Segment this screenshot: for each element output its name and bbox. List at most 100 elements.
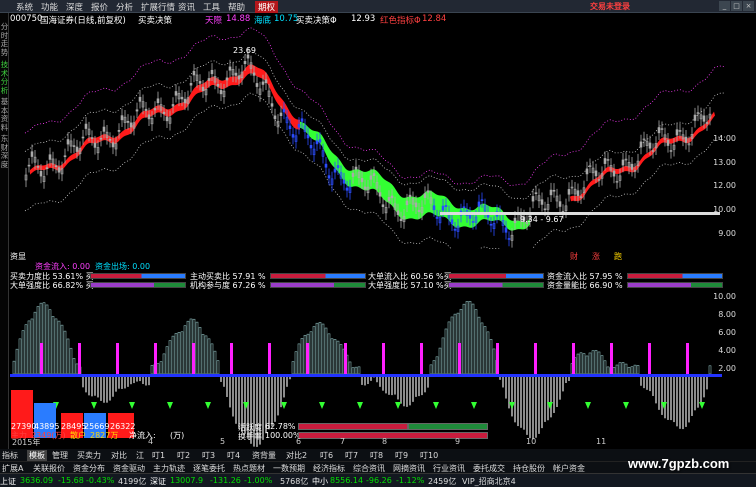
tab-14[interactable]: 叮8 bbox=[370, 450, 383, 461]
candle-body bbox=[549, 189, 553, 196]
flow-bar bbox=[579, 352, 583, 375]
flow-bar bbox=[100, 377, 102, 401]
flow-bar bbox=[688, 377, 690, 423]
menu-depth[interactable]: 深度 bbox=[66, 1, 83, 13]
flow-bar bbox=[700, 377, 702, 404]
magenta-signal bbox=[610, 343, 613, 374]
flow-bar bbox=[444, 328, 448, 375]
flow-bar bbox=[274, 377, 276, 422]
sidebar-item-technical[interactable]: 技术分析 bbox=[0, 60, 9, 95]
tab-2[interactable]: 管理 bbox=[52, 450, 68, 461]
flow-tick: 2.00 bbox=[718, 364, 736, 373]
flow-bar bbox=[547, 377, 549, 421]
candle-body bbox=[387, 197, 391, 202]
tab-7[interactable]: 叮2 bbox=[177, 450, 190, 461]
flow-bar bbox=[682, 377, 684, 430]
flow-bar bbox=[568, 377, 570, 381]
candle-body bbox=[360, 178, 364, 183]
sidebar-item-timeshare[interactable]: 分时走势 bbox=[0, 22, 9, 57]
maximize-icon[interactable]: □ bbox=[731, 1, 742, 11]
tab-4[interactable]: 对比 bbox=[111, 450, 127, 461]
menu-tools[interactable]: 工具 bbox=[203, 1, 220, 13]
tab-0[interactable]: 指标 bbox=[2, 450, 18, 461]
outer-envelope bbox=[24, 27, 726, 186]
price-chart[interactable] bbox=[10, 26, 745, 249]
menu-news[interactable]: 资讯 bbox=[178, 1, 195, 13]
login-status[interactable]: 交易未登录 bbox=[590, 1, 630, 12]
tab-11[interactable]: 对比2 bbox=[286, 450, 307, 461]
tab-16[interactable]: 叮10 bbox=[420, 450, 438, 461]
flow-bar bbox=[91, 377, 93, 397]
flow-bar bbox=[594, 349, 598, 375]
candle-body bbox=[639, 141, 643, 148]
tab-1[interactable]: 模板 bbox=[27, 450, 47, 461]
ticker-sh-pct: -0.43% bbox=[86, 476, 115, 485]
ticker-sh-name[interactable]: 上证 bbox=[0, 476, 16, 487]
candle-body bbox=[297, 123, 301, 128]
flow-bar bbox=[75, 363, 79, 375]
tab-12[interactable]: 叮6 bbox=[320, 450, 333, 461]
tab-6[interactable]: 叮1 bbox=[152, 450, 165, 461]
menu-extended[interactable]: 扩展行情 bbox=[141, 1, 175, 13]
menu-quote[interactable]: 报价 bbox=[91, 1, 108, 13]
date-tick: 7 bbox=[340, 437, 346, 446]
candle-body bbox=[378, 192, 382, 197]
tab-9[interactable]: 叮4 bbox=[227, 450, 240, 461]
ticker-sz-name[interactable]: 深证 bbox=[150, 476, 166, 487]
flow-bar bbox=[664, 377, 666, 419]
minimize-icon[interactable]: _ bbox=[719, 1, 730, 11]
flow-bar bbox=[597, 351, 601, 375]
menu-help[interactable]: 帮助 bbox=[228, 1, 245, 13]
menu-system[interactable]: 系统 bbox=[16, 1, 33, 13]
candle-body bbox=[342, 179, 346, 184]
ticker-user[interactable]: VIP_招商北京4 bbox=[462, 476, 516, 487]
menu-analysis[interactable]: 分析 bbox=[116, 1, 133, 13]
flow-bar bbox=[633, 364, 637, 375]
candle-body bbox=[363, 186, 367, 190]
ticker-zx-name[interactable]: 中小 bbox=[312, 476, 328, 487]
menu-options[interactable]: 期权 bbox=[255, 1, 279, 13]
flow-tick: 6.00 bbox=[718, 328, 736, 337]
indicator-name: 买卖决策 bbox=[138, 16, 173, 26]
candle-body bbox=[489, 223, 493, 226]
sidebar-item-deep[interactable]: 东财深度 bbox=[0, 134, 9, 169]
candle-body bbox=[180, 96, 184, 100]
candle-body bbox=[306, 134, 310, 139]
candle-body bbox=[135, 109, 139, 112]
tab-3[interactable]: 买卖力 bbox=[77, 450, 101, 461]
left-sidebar: 分时走势 技术分析 基本资料 东财深度 bbox=[0, 13, 9, 450]
flow-bar bbox=[283, 377, 285, 398]
candle-body bbox=[90, 137, 94, 139]
sidebar-item-basics[interactable]: 基本资料 bbox=[0, 97, 9, 132]
tab-10[interactable]: 资背量 bbox=[252, 450, 276, 461]
flow-bar bbox=[51, 316, 55, 375]
candle-body bbox=[630, 163, 634, 170]
tab-8[interactable]: 叮3 bbox=[202, 450, 215, 461]
magenta-signal bbox=[78, 343, 81, 374]
magenta-signal bbox=[458, 343, 461, 374]
indicator-meter-0-3 bbox=[627, 273, 723, 279]
flow-bar bbox=[60, 324, 64, 375]
candle-body bbox=[30, 151, 34, 157]
down-arrow-icon bbox=[699, 402, 705, 409]
down-arrow-icon bbox=[91, 402, 97, 409]
candle-body bbox=[27, 164, 31, 167]
flow-bar bbox=[435, 356, 439, 375]
market-ticker: 上证 3636.09 -15.68 -0.43% 4199亿 深证 13007.… bbox=[0, 473, 756, 487]
app-window: 系统 功能 深度 报价 分析 扩展行情 资讯 工具 帮助 期权 交易未登录 _ □… bbox=[0, 0, 756, 487]
flow-bar bbox=[706, 377, 708, 390]
candle-body bbox=[336, 165, 340, 169]
tab-15[interactable]: 叮9 bbox=[395, 450, 408, 461]
magenta-signal bbox=[116, 343, 119, 374]
flow-bar bbox=[150, 365, 154, 375]
menu-function[interactable]: 功能 bbox=[41, 1, 58, 13]
tab-13[interactable]: 叮7 bbox=[345, 450, 358, 461]
tab-5[interactable]: 江 bbox=[136, 450, 144, 461]
flow-bar bbox=[216, 360, 220, 375]
money-flow-bar: 资显 资金流入: 0.00 资金出场: 0.00 bbox=[10, 247, 745, 271]
flow-bar bbox=[499, 377, 501, 380]
candle-body bbox=[423, 193, 427, 198]
close-icon[interactable]: × bbox=[743, 1, 754, 11]
flow-bar bbox=[339, 344, 343, 375]
candle-body bbox=[39, 171, 43, 177]
